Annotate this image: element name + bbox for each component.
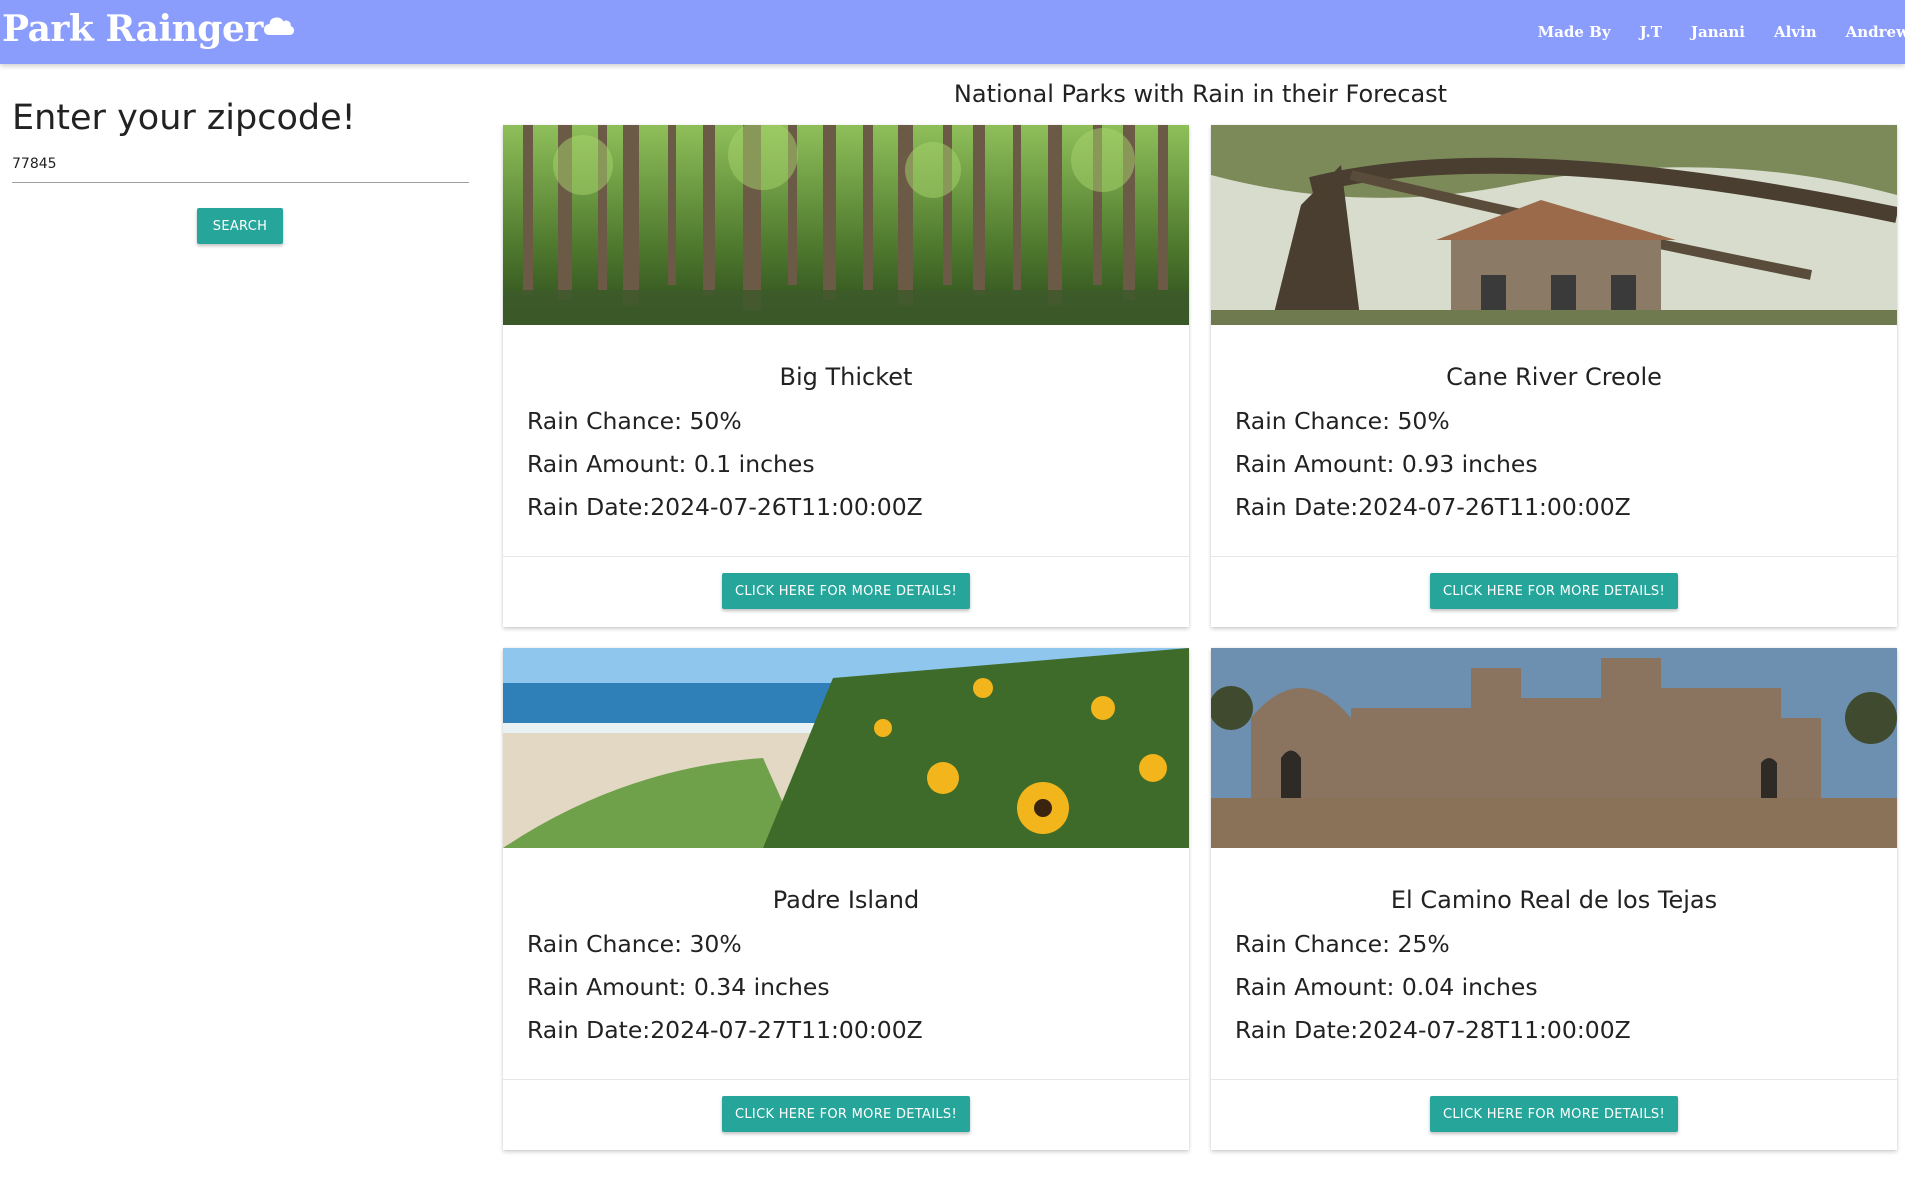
park-name: El Camino Real de los Tejas xyxy=(1390,886,1718,914)
rain-date: Rain Date:2024-07-28T11:00:00Z xyxy=(1235,1016,1631,1044)
park-card-el-camino-real: El Camino Real de los Tejas Rain Chance:… xyxy=(1211,648,1897,1150)
search-panel: Enter your zipcode! Search xyxy=(12,98,469,244)
park-image-padre-island xyxy=(503,648,1189,848)
park-name: Cane River Creole xyxy=(1446,363,1662,391)
park-name: Padre Island xyxy=(772,886,920,914)
nav-alvin[interactable]: Alvin xyxy=(1774,23,1817,41)
nav-jt[interactable]: J.T xyxy=(1640,23,1662,41)
park-card-padre-island: Padre Island Rain Chance: 30% Rain Amoun… xyxy=(503,648,1189,1150)
cloud-icon xyxy=(263,4,295,46)
rain-amount: Rain Amount: 0.93 inches xyxy=(1235,450,1538,478)
details-button[interactable]: Click here for more details! xyxy=(722,573,970,609)
rain-amount: Rain Amount: 0.1 inches xyxy=(527,450,815,478)
park-name: Big Thicket xyxy=(779,363,913,391)
zipcode-input[interactable] xyxy=(12,152,469,183)
navbar: Park Rainger Made By J.T Janani Alvin An… xyxy=(0,0,1905,64)
rain-amount: Rain Amount: 0.04 inches xyxy=(1235,973,1538,1001)
details-button[interactable]: Click here for more details! xyxy=(1430,573,1678,609)
rain-chance: Rain Chance: 50% xyxy=(1235,407,1450,435)
nav-andrew[interactable]: Andrew xyxy=(1846,23,1905,41)
card-divider xyxy=(1211,556,1897,557)
park-image-cane-river-creole xyxy=(1211,125,1897,325)
park-image-big-thicket xyxy=(503,125,1189,325)
rain-chance: Rain Chance: 50% xyxy=(527,407,742,435)
card-divider xyxy=(503,556,1189,557)
rain-chance: Rain Chance: 30% xyxy=(527,930,742,958)
brand-title: Park Rainger xyxy=(2,8,263,50)
search-button[interactable]: Search xyxy=(197,208,283,244)
park-card-cane-river-creole: Cane River Creole Rain Chance: 50% Rain … xyxy=(1211,125,1897,627)
nav-made-by[interactable]: Made By xyxy=(1538,23,1611,41)
rain-chance: Rain Chance: 25% xyxy=(1235,930,1450,958)
details-button[interactable]: Click here for more details! xyxy=(1430,1096,1678,1132)
page-title: National Parks with Rain in their Foreca… xyxy=(953,80,1448,108)
rain-date: Rain Date:2024-07-26T11:00:00Z xyxy=(527,493,923,521)
nav-janani[interactable]: Janani xyxy=(1691,23,1745,41)
card-divider xyxy=(503,1079,1189,1080)
nav-links: Made By J.T Janani Alvin Andrew xyxy=(1538,0,1905,64)
brand-logo[interactable]: Park Rainger xyxy=(2,8,295,50)
rain-date: Rain Date:2024-07-27T11:00:00Z xyxy=(527,1016,923,1044)
zipcode-heading: Enter your zipcode! xyxy=(12,98,356,138)
card-divider xyxy=(1211,1079,1897,1080)
rain-date: Rain Date:2024-07-26T11:00:00Z xyxy=(1235,493,1631,521)
park-image-el-camino-real xyxy=(1211,648,1897,848)
rain-amount: Rain Amount: 0.34 inches xyxy=(527,973,830,1001)
details-button[interactable]: Click here for more details! xyxy=(722,1096,970,1132)
park-card-big-thicket: Big Thicket Rain Chance: 50% Rain Amount… xyxy=(503,125,1189,627)
